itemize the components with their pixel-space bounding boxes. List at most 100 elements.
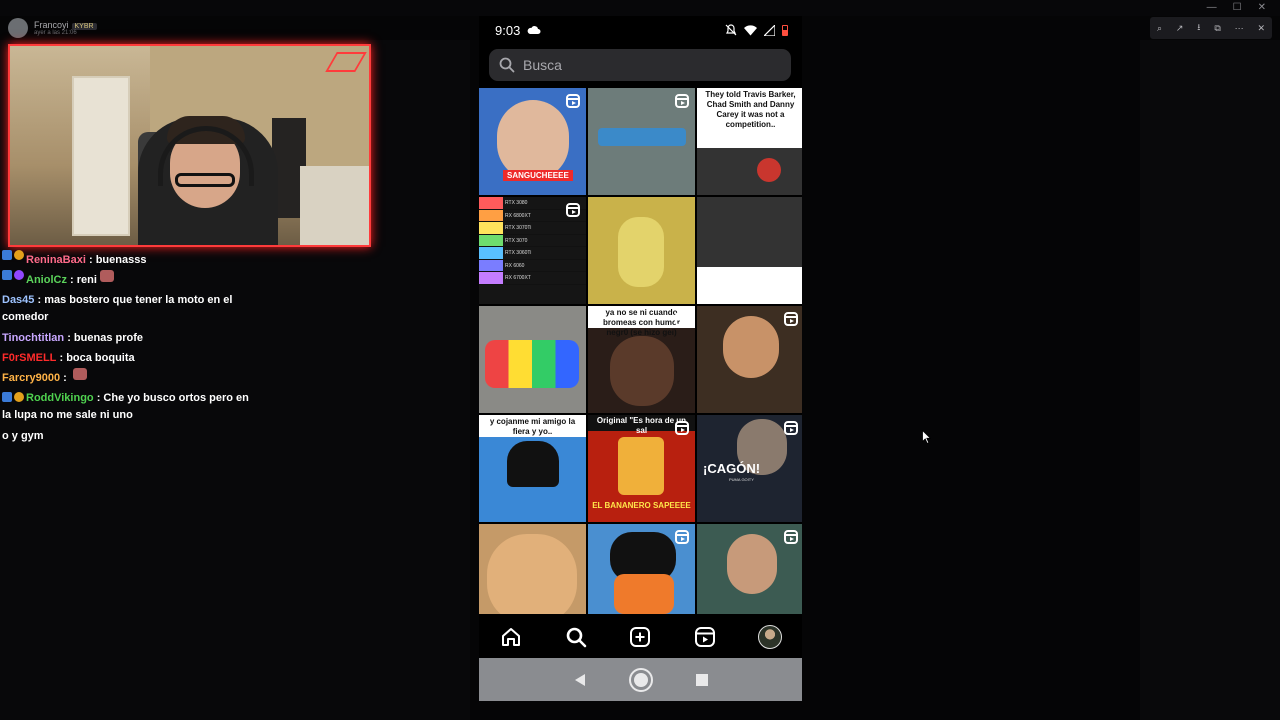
tile-artwork bbox=[479, 306, 586, 413]
explore-tile-game[interactable] bbox=[588, 88, 695, 195]
gpu-row: RX 6060 bbox=[479, 259, 586, 272]
explore-tile-goku[interactable]: y cojanme mi amigo la fiera y yo.. bbox=[479, 415, 586, 522]
status-time: 9:03 bbox=[495, 22, 521, 38]
gpu-swatch bbox=[479, 259, 503, 271]
tile-subcaption: PUMA GOITY bbox=[729, 477, 754, 482]
gpu-name: RTX 3070 bbox=[505, 237, 528, 244]
profile-avatar[interactable] bbox=[755, 622, 785, 652]
streamer-name: Francoyi KYBR bbox=[34, 20, 97, 30]
tile-label: SANGUCHEEEE bbox=[503, 170, 573, 181]
close-window-icon[interactable]: ✕ bbox=[1258, 2, 1266, 13]
chat-message: AniolCz : reni bbox=[2, 270, 252, 290]
gpu-row: RX 6700XT bbox=[479, 272, 586, 285]
webcam-feed bbox=[8, 44, 371, 247]
explore-tile-bananero[interactable]: Original "Es hora de un sal EL BANANERO S… bbox=[588, 415, 695, 522]
gpu-swatch bbox=[479, 234, 503, 246]
tile-bottom-caption: EL BANANERO SAPEEEE bbox=[592, 501, 691, 510]
chat-separator: : bbox=[93, 392, 104, 404]
gpu-name: RX 6060 bbox=[505, 262, 525, 269]
tile-caption: ¡CAGÓN! bbox=[703, 461, 761, 476]
explore-tile-drummer2[interactable] bbox=[697, 197, 802, 304]
phone-screen: 9:03 Busca SANGUCHEEEE They told Travis B… bbox=[479, 16, 802, 701]
battery-icon bbox=[782, 24, 788, 36]
recents-icon[interactable] bbox=[689, 667, 715, 693]
explore-tile-curly[interactable] bbox=[697, 306, 802, 413]
explore-tile-gpu[interactable]: RTX 3080 RX 6800XT RTX 3070Ti RTX 3070 RTX 3… bbox=[479, 197, 586, 304]
tile-artwork bbox=[588, 197, 695, 304]
more-icon[interactable]: ⋯ bbox=[1235, 23, 1244, 34]
dim-titlebar bbox=[0, 0, 1280, 16]
share-icon[interactable]: ↗ bbox=[1176, 23, 1184, 34]
maximize-icon[interactable]: ☐ bbox=[1233, 2, 1242, 13]
chat-text: buenas profe bbox=[73, 332, 143, 344]
reel-icon bbox=[784, 312, 798, 326]
chat-message: F0rSMELL : boca boquita bbox=[2, 348, 252, 368]
stream-timestamp: ayer a las 21:06 bbox=[34, 30, 77, 36]
viewer-toolbar: ⌕ ↗ ⭳ ⧉ ⋯ ✕ bbox=[1150, 17, 1272, 39]
avatar[interactable] bbox=[8, 18, 28, 38]
explore-tile-man[interactable]: ya no se ni cuando bromeas con humor neg… bbox=[588, 306, 695, 413]
close-viewer-icon[interactable]: ✕ bbox=[1258, 23, 1266, 34]
reel-icon bbox=[675, 421, 689, 435]
sub-badge-icon bbox=[2, 250, 12, 260]
chat-text: buenasss bbox=[95, 254, 147, 266]
reels-icon[interactable] bbox=[690, 622, 720, 652]
sub-badge-icon bbox=[2, 392, 12, 402]
prime-badge-icon bbox=[14, 270, 24, 280]
explore-tile-face[interactable]: SANGUCHEEEE bbox=[479, 88, 586, 195]
gpu-swatch bbox=[479, 222, 503, 234]
explore-tile-drummer[interactable]: They told Travis Barker, Chad Smith and … bbox=[697, 88, 802, 195]
home-circle-icon[interactable] bbox=[628, 667, 654, 693]
chat-message: Das45 : mas bostero que tener la moto en… bbox=[2, 290, 252, 328]
wifi-icon bbox=[744, 24, 757, 35]
gpu-swatch bbox=[479, 272, 503, 284]
open-icon[interactable]: ⧉ bbox=[1214, 23, 1220, 34]
reel-icon bbox=[675, 530, 689, 544]
chat-panel: ReninaBaxi : buenasss AniolCz : reni Das45… bbox=[2, 250, 252, 446]
back-icon[interactable] bbox=[567, 667, 593, 693]
create-icon[interactable] bbox=[625, 622, 655, 652]
chat-username[interactable]: ReninaBaxi bbox=[26, 250, 86, 270]
chat-separator: : bbox=[34, 294, 45, 306]
chat-username[interactable]: Farcry9000 bbox=[2, 368, 60, 388]
chat-username[interactable]: RoddVikingo bbox=[26, 392, 94, 404]
chat-username[interactable]: Das45 bbox=[2, 294, 34, 306]
zoom-icon[interactable]: ⌕ bbox=[1157, 23, 1162, 34]
explore-tile-glasses[interactable] bbox=[697, 524, 802, 614]
emote-icon bbox=[99, 270, 114, 282]
cloud-icon bbox=[527, 26, 541, 34]
minimize-icon[interactable]: — bbox=[1207, 2, 1217, 13]
chat-message: RoddVikingo : Che yo busco ortos pero en… bbox=[2, 388, 252, 426]
gpu-name: RX 6700XT bbox=[505, 275, 531, 281]
stream-header: Francoyi KYBR ayer a las 21:06 bbox=[8, 16, 97, 40]
bottom-nav bbox=[479, 616, 802, 658]
reel-icon bbox=[566, 94, 580, 108]
chat-username[interactable]: F0rSMELL bbox=[2, 348, 56, 368]
home-icon[interactable] bbox=[496, 622, 526, 652]
chat-separator: : bbox=[66, 274, 77, 286]
explore-tile-goku2[interactable] bbox=[588, 524, 695, 614]
explore-tile-car[interactable] bbox=[479, 306, 586, 413]
search-input[interactable]: Busca bbox=[489, 49, 791, 81]
chat-username[interactable]: Tinochtitlan bbox=[2, 328, 64, 348]
reel-icon bbox=[784, 421, 798, 435]
explore-grid: SANGUCHEEEE They told Travis Barker, Chad… bbox=[479, 88, 802, 614]
streamer-badge: KYBR bbox=[71, 23, 97, 30]
reel-icon bbox=[566, 203, 580, 217]
tile-caption: They told Travis Barker, Chad Smith and … bbox=[705, 90, 796, 129]
gpu-name: RTX 3080 bbox=[505, 200, 528, 206]
explore-tile-cagon[interactable]: ¡CAGÓN! PUMA GOITY bbox=[697, 415, 802, 522]
chat-message: o y gym bbox=[2, 426, 252, 446]
explore-tile-cat[interactable] bbox=[479, 524, 586, 614]
cam-desk bbox=[300, 166, 369, 245]
search-icon bbox=[499, 57, 515, 73]
chat-text: boca boquita bbox=[66, 352, 135, 364]
chat-message: ReninaBaxi : buenasss bbox=[2, 250, 252, 270]
download-icon[interactable]: ⭳ bbox=[1197, 20, 1200, 36]
gpu-row: RTX 3070 bbox=[479, 234, 586, 247]
chat-message: Tinochtitlan : buenas profe bbox=[2, 328, 252, 348]
chat-username[interactable]: AniolCz bbox=[26, 270, 67, 290]
search-nav-icon[interactable] bbox=[561, 622, 591, 652]
chat-separator: : bbox=[60, 372, 70, 384]
explore-tile-cartoon[interactable] bbox=[588, 197, 695, 304]
